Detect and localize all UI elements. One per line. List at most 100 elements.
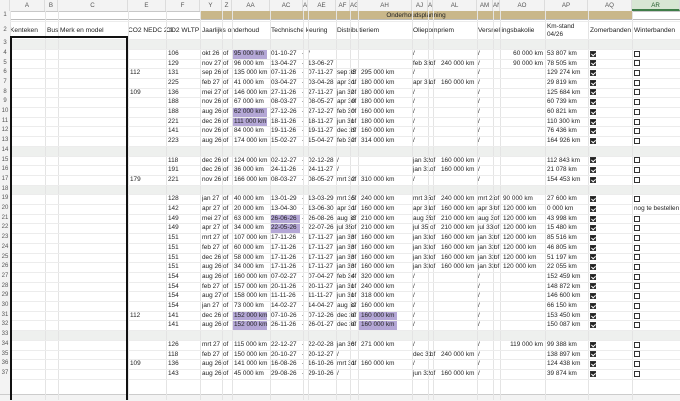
row-number[interactable]: 33 [0, 330, 10, 340]
zomerbanden-checkbox[interactable] [590, 322, 596, 329]
winterbanden-checkbox[interactable] [634, 244, 640, 251]
winterbanden-checkbox[interactable] [634, 60, 640, 67]
column-header-an[interactable]: AN [493, 0, 500, 11]
zomerbanden-checkbox[interactable] [590, 302, 596, 309]
column-header-b[interactable]: B [45, 0, 58, 11]
row-number[interactable]: 21 [0, 214, 10, 224]
zomerbanden-checkbox[interactable] [590, 176, 596, 183]
column-header-ac[interactable]: AC [270, 0, 303, 11]
column-header-aj[interactable]: AJ [412, 0, 428, 11]
zomerbanden-checkbox[interactable] [590, 293, 596, 300]
row-number[interactable]: 9 [0, 97, 10, 107]
row-number[interactable]: 37 [0, 369, 10, 379]
zomerbanden-checkbox[interactable] [590, 312, 596, 319]
row-number[interactable]: 6 [0, 68, 10, 78]
winterbanden-checkbox[interactable] [634, 254, 640, 261]
column-header-y[interactable]: Y [200, 0, 222, 11]
winterbanden-checkbox[interactable] [634, 293, 640, 300]
winterbanden-checkbox[interactable] [634, 157, 640, 164]
zomerbanden-checkbox[interactable] [590, 50, 596, 57]
zomerbanden-checkbox[interactable] [590, 244, 596, 251]
winterbanden-checkbox[interactable] [634, 283, 640, 290]
winterbanden-checkbox[interactable] [634, 70, 640, 77]
winterbanden-checkbox[interactable] [634, 322, 640, 329]
winterbanden-checkbox[interactable] [634, 79, 640, 86]
winterbanden-checkbox[interactable] [634, 225, 640, 232]
winterbanden-checkbox[interactable] [634, 167, 640, 174]
winterbanden-checkbox[interactable] [634, 351, 640, 358]
zomerbanden-checkbox[interactable] [590, 167, 596, 174]
row-number[interactable]: 10 [0, 107, 10, 117]
row-number[interactable]: 31 [0, 311, 10, 321]
row-number[interactable]: 13 [0, 136, 10, 146]
zomerbanden-checkbox[interactable] [590, 89, 596, 96]
column-header-z[interactable]: Z [222, 0, 232, 11]
column-header-ag[interactable]: AG [350, 0, 358, 11]
winterbanden-checkbox[interactable] [634, 118, 640, 125]
row-number[interactable]: 32 [0, 320, 10, 330]
row-number[interactable]: 22 [0, 223, 10, 233]
column-header-ar[interactable]: AR [632, 0, 680, 11]
row-number[interactable]: 34 [0, 340, 10, 350]
column-header-af[interactable]: AF [336, 0, 350, 11]
winterbanden-checkbox[interactable] [634, 196, 640, 203]
column-header-aq[interactable]: AQ [588, 0, 632, 11]
column-header-aa[interactable]: AA [232, 0, 270, 11]
row-number[interactable]: 15 [0, 156, 10, 166]
row-number[interactable]: 3 [0, 39, 10, 49]
row-number[interactable]: 8 [0, 88, 10, 98]
row-number[interactable]: 7 [0, 78, 10, 88]
winterbanden-checkbox[interactable] [634, 99, 640, 106]
zomerbanden-checkbox[interactable] [590, 254, 596, 261]
winterbanden-checkbox[interactable] [634, 128, 640, 135]
winterbanden-checkbox[interactable] [634, 361, 640, 368]
winterbanden-checkbox[interactable] [634, 312, 640, 319]
row-number[interactable]: 14 [0, 146, 10, 156]
zomerbanden-checkbox[interactable] [590, 157, 596, 164]
row-number[interactable]: 18 [0, 185, 10, 195]
column-header-am[interactable]: AM [477, 0, 493, 11]
zomerbanden-checkbox[interactable] [590, 70, 596, 77]
column-header-ae[interactable]: AE [308, 0, 336, 11]
zomerbanden-checkbox[interactable] [590, 108, 596, 115]
row-number[interactable]: 19 [0, 194, 10, 204]
winterbanden-checkbox[interactable] [634, 273, 640, 280]
row-number[interactable]: 23 [0, 233, 10, 243]
zomerbanden-checkbox[interactable] [590, 351, 596, 358]
winterbanden-checkbox[interactable] [634, 215, 640, 222]
zomerbanden-checkbox[interactable] [590, 118, 596, 125]
row-number[interactable]: 24 [0, 243, 10, 253]
zomerbanden-checkbox[interactable] [590, 205, 596, 212]
winterbanden-checkbox[interactable] [634, 137, 640, 144]
winterbanden-checkbox[interactable] [634, 302, 640, 309]
row-number[interactable]: 16 [0, 165, 10, 175]
zomerbanden-checkbox[interactable] [590, 370, 596, 377]
row-number[interactable]: 25 [0, 253, 10, 263]
zomerbanden-checkbox[interactable] [590, 79, 596, 86]
row-number[interactable]: 28 [0, 282, 10, 292]
row-number[interactable]: 11 [0, 117, 10, 127]
row-number[interactable]: 2 [0, 21, 10, 39]
row-number[interactable]: 5 [0, 59, 10, 69]
winterbanden-checkbox[interactable] [634, 264, 640, 271]
zomerbanden-checkbox[interactable] [590, 196, 596, 203]
column-header-corner[interactable] [0, 0, 10, 11]
zomerbanden-checkbox[interactable] [590, 273, 596, 280]
winterbanden-checkbox[interactable] [634, 370, 640, 377]
winterbanden-checkbox[interactable] [634, 176, 640, 183]
zomerbanden-checkbox[interactable] [590, 60, 596, 67]
zomerbanden-checkbox[interactable] [590, 264, 596, 271]
zomerbanden-checkbox[interactable] [590, 225, 596, 232]
winterbanden-checkbox[interactable] [634, 234, 640, 241]
row-number[interactable]: 1 [0, 11, 10, 21]
row-number[interactable]: 12 [0, 126, 10, 136]
zomerbanden-checkbox[interactable] [590, 283, 596, 290]
zomerbanden-checkbox[interactable] [590, 128, 596, 135]
column-header-ah[interactable]: AH [358, 0, 412, 11]
zomerbanden-checkbox[interactable] [590, 361, 596, 368]
winterbanden-checkbox[interactable] [634, 89, 640, 96]
column-header-ap[interactable]: AP [545, 0, 588, 11]
row-number[interactable]: 17 [0, 175, 10, 185]
column-header-f[interactable]: F [166, 0, 200, 11]
row-number[interactable]: 30 [0, 301, 10, 311]
